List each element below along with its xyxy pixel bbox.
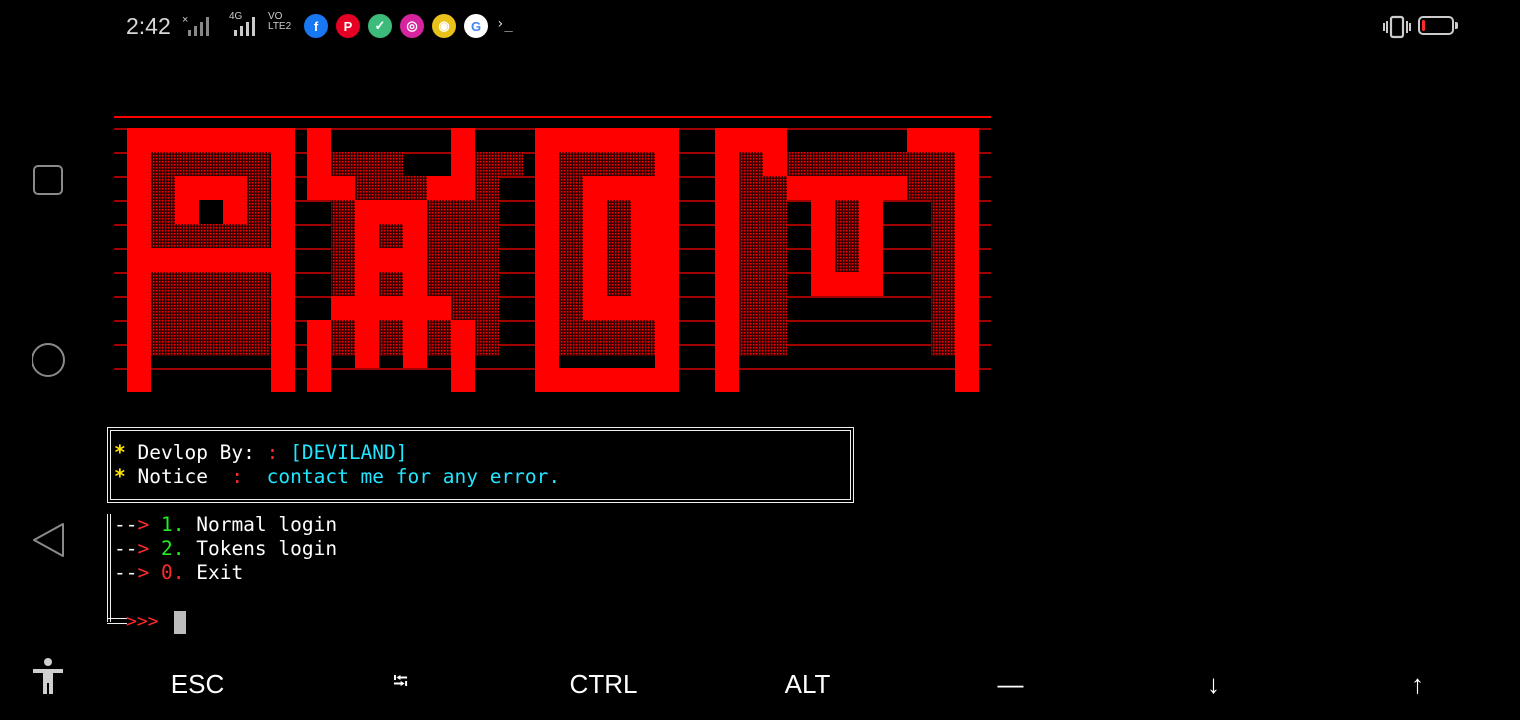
signal-icon-1: × (182, 14, 209, 36)
extra-keys-bar: ESC ⭾ CTRL ALT — ↓ ↑ (96, 660, 1520, 708)
banner-letter-o (655, 152, 679, 392)
alt-key[interactable]: ALT (706, 660, 909, 708)
signal-icon-2 (234, 17, 255, 36)
banner-letter-a (271, 152, 295, 392)
banner-letter-m (859, 224, 883, 296)
banner-letter-x (331, 176, 355, 200)
banner-letter-x (403, 272, 427, 368)
esc-key[interactable]: ESC (96, 660, 299, 708)
recent-apps-button[interactable] (32, 164, 64, 196)
ctrl-key[interactable]: CTRL (502, 660, 705, 708)
banner-letter-a-hole (199, 200, 223, 224)
banner-letter-x (307, 320, 331, 392)
banner-letter-x (451, 128, 475, 200)
input-prompt: >>> (126, 611, 159, 632)
banner-letter-x (427, 176, 451, 200)
notification-icons: f P ✓ ◎ ◉ G (304, 14, 488, 38)
banner-letter-m (811, 224, 835, 296)
banner-letter-o (559, 368, 655, 392)
banner-shadow-block (331, 152, 403, 176)
app-green-icon: ✓ (368, 14, 392, 38)
banner-letter-m (787, 176, 907, 200)
svg-text:×: × (182, 14, 188, 26)
home-button[interactable] (32, 342, 68, 378)
banner-letter-o (583, 296, 655, 320)
banner-letter-a (127, 128, 151, 392)
banner-letter-m (715, 128, 787, 152)
menu-item-normal-login[interactable]: --> 1. Normal login (114, 513, 337, 536)
banner-letter-m (811, 200, 835, 224)
facebook-icon: f (304, 14, 328, 38)
banner-letter-a (151, 128, 295, 152)
banner-letter-m (907, 128, 979, 152)
banner-letter-o (535, 128, 559, 392)
banner-letter-x (379, 248, 403, 272)
menu-item-exit[interactable]: --> 0. Exit (114, 561, 243, 584)
chrome-icon: ◉ (432, 14, 456, 38)
notice-line: * Notice : contact me for any error. (114, 465, 561, 488)
banner-letter-x (355, 200, 379, 272)
terminal-cursor[interactable] (174, 611, 186, 634)
banner-letter-x (355, 272, 379, 368)
tab-key[interactable]: ⭾ (299, 660, 502, 708)
arrow-down-key[interactable]: ↓ (1112, 660, 1315, 708)
accessibility-icon[interactable] (30, 656, 66, 696)
axom-ascii-banner (114, 116, 991, 392)
back-button[interactable] (32, 522, 66, 558)
menu-item-tokens-login[interactable]: --> 2. Tokens login (114, 537, 337, 560)
banner-letter-x (379, 296, 403, 320)
battery-icon (1418, 16, 1454, 35)
banner-letter-m (763, 152, 787, 176)
instagram-icon: ◎ (400, 14, 424, 38)
dash-key[interactable]: — (909, 660, 1112, 708)
banner-letter-o (559, 128, 679, 152)
banner-letter-m (715, 152, 739, 392)
battery-tip (1455, 22, 1458, 29)
banner-letter-a (175, 176, 247, 200)
vibrate-icon (1383, 15, 1411, 39)
clock: 2:42 (126, 13, 171, 39)
google-icon: G (464, 14, 488, 38)
status-bar: 2:42 × 4G VO LTE2 f P ✓ ◎ ◉ G ›_ (0, 0, 1520, 56)
terminal-notification-icon: ›_ (496, 16, 513, 32)
menu-frame (107, 514, 111, 622)
pinterest-icon: P (336, 14, 360, 38)
banner-letter-x (427, 296, 451, 320)
volte-label: VO LTE2 (268, 11, 292, 32)
banner-letter-x (307, 128, 331, 200)
banner-letter-x (379, 200, 403, 224)
banner-letter-x (403, 200, 427, 272)
banner-letter-a (151, 248, 271, 272)
arrow-up-key[interactable]: ↑ (1316, 660, 1519, 708)
battery-level-fill (1422, 20, 1425, 31)
banner-shadow-block (739, 200, 787, 356)
banner-letter-x (331, 296, 355, 320)
prompt-corner (107, 618, 127, 624)
developer-line: * Devlop By: : [DEVILAND] (114, 441, 408, 464)
banner-letter-m (955, 152, 979, 392)
banner-letter-m (859, 200, 883, 224)
banner-letter-x (451, 320, 475, 392)
